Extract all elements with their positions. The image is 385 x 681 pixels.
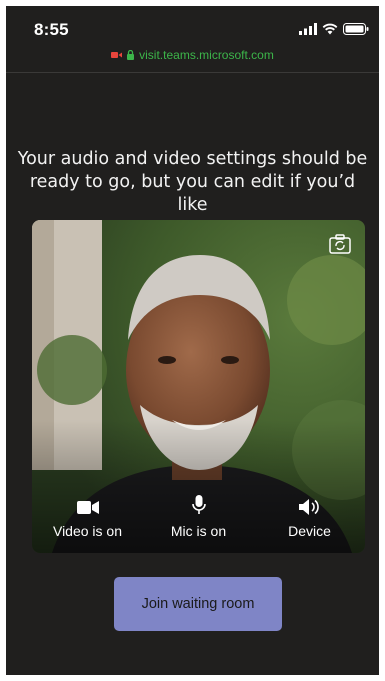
battery-icon xyxy=(343,23,369,35)
phone-screen: 8:55 visit.teams.microsoft.com Your audi… xyxy=(6,6,379,675)
status-bar: 8:55 xyxy=(6,6,379,50)
video-toggle-button[interactable]: Video is on xyxy=(38,500,138,539)
recording-camera-icon xyxy=(111,52,123,58)
microphone-icon xyxy=(191,495,206,514)
status-icons xyxy=(299,23,369,35)
signal-icon xyxy=(299,23,317,35)
url-text: visit.teams.microsoft.com xyxy=(139,48,274,62)
settings-prompt: Your audio and video settings should be … xyxy=(17,149,368,215)
mic-toggle-button[interactable]: Mic is on xyxy=(149,495,249,539)
browser-divider xyxy=(6,72,379,73)
clock: 8:55 xyxy=(34,20,69,39)
switch-camera-icon[interactable] xyxy=(329,234,351,254)
join-waiting-room-button[interactable]: Join waiting room xyxy=(114,577,282,631)
video-status-label: Video is on xyxy=(52,523,122,539)
mic-status-label: Mic is on xyxy=(170,523,227,539)
address-bar[interactable]: visit.teams.microsoft.com xyxy=(6,48,379,62)
video-camera-icon xyxy=(76,501,99,514)
speaker-icon xyxy=(298,499,319,515)
camera-preview: Video is on Mic is on Device xyxy=(32,220,365,553)
media-controls: Video is on Mic is on Device xyxy=(32,473,365,553)
device-label: Device xyxy=(288,523,331,539)
lock-icon xyxy=(127,50,135,60)
wifi-icon xyxy=(322,23,338,35)
device-button[interactable]: Device xyxy=(260,499,360,539)
